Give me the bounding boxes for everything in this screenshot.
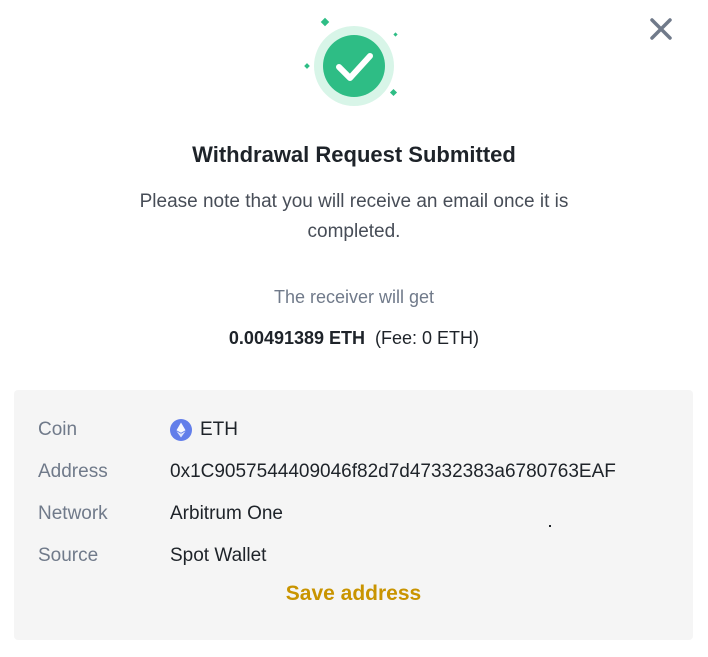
page-title: Withdrawal Request Submitted (192, 142, 516, 167)
stray-dot (549, 525, 551, 527)
fee-text: (Fee: 0 ETH) (375, 328, 480, 348)
detail-row-coin: Coin ETH (38, 416, 678, 444)
detail-row-address: Address 0x1C9057544409046f82d7d47332383a… (38, 458, 678, 486)
close-icon[interactable] (646, 14, 676, 44)
source-label: Source (38, 545, 99, 566)
address-value: 0x1C9057544409046f82d7d47332383a6780763E… (170, 461, 616, 482)
coin-value: ETH (170, 416, 238, 444)
amount-line: 0.00491389 ETH (Fee: 0 ETH) (0, 328, 708, 349)
receive-amount: 0.00491389 ETH (228, 328, 366, 348)
success-illustration (298, 16, 410, 118)
email-note: Please note that you will receive an ema… (139, 191, 569, 242)
source-value: Spot Wallet (170, 545, 267, 566)
details-panel: Coin ETH Address 0x1C9057544409046f82d7d… (14, 390, 693, 640)
close-button[interactable] (646, 14, 676, 44)
save-address-button[interactable]: Save address (14, 582, 693, 606)
network-value: Arbitrum One (170, 503, 283, 524)
address-label: Address (38, 461, 108, 482)
network-label: Network (38, 503, 108, 524)
receiver-label: The receiver will get (273, 287, 435, 307)
coin-symbol: ETH (200, 419, 238, 440)
check-circle-icon (304, 17, 398, 106)
coin-label: Coin (38, 419, 78, 440)
detail-row-network: Network Arbitrum One (38, 500, 678, 528)
detail-row-source: Source Spot Wallet (38, 542, 678, 570)
eth-icon (170, 419, 192, 441)
